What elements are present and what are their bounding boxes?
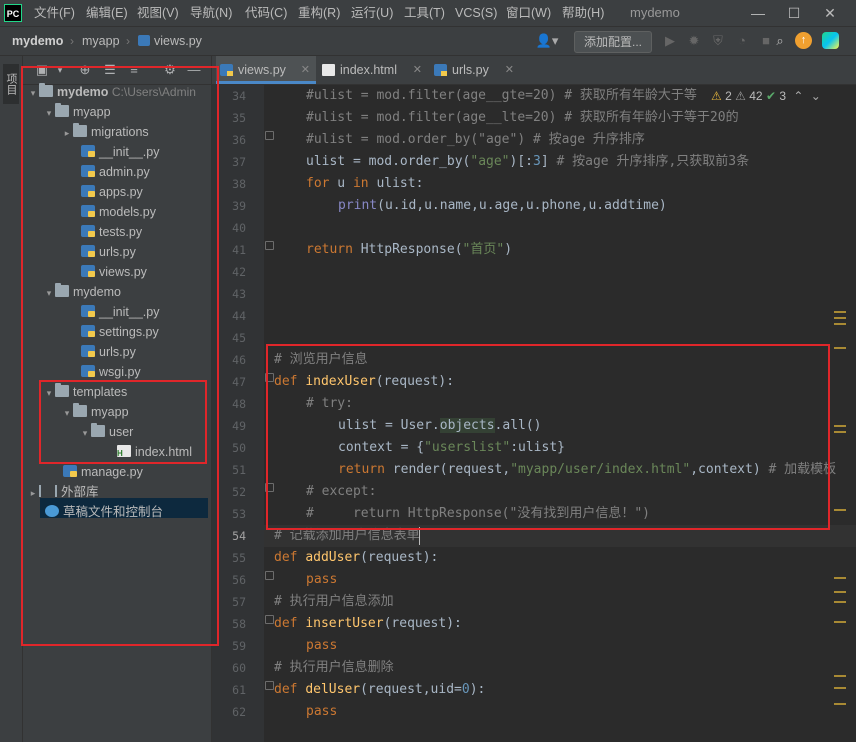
profile-icon[interactable]: ◔ — [732, 31, 752, 51]
prev-problem-icon[interactable]: ⌃ — [793, 89, 803, 103]
maximize-button[interactable]: ☐ — [776, 0, 812, 26]
close-button[interactable]: ✕ — [812, 0, 848, 26]
tab-index-html[interactable]: index.html ✕ — [318, 56, 428, 84]
code-line: pass — [306, 638, 338, 653]
search-icon[interactable]: ⌕ — [770, 31, 790, 51]
menu-window[interactable]: 窗口(W) — [506, 0, 551, 26]
menu-refactor[interactable]: 重构(R) — [298, 0, 340, 26]
toolbox-icon[interactable] — [822, 32, 839, 49]
scrollbar-warning-mark[interactable] — [834, 621, 846, 623]
coverage-icon[interactable]: ⛨ — [708, 31, 728, 51]
debug-icon[interactable]: ✹ — [684, 31, 704, 51]
tab-label: urls.py — [452, 63, 489, 77]
code-line: #ulist = mod.filter(age__gte=20) # 获取所有年… — [306, 88, 697, 103]
close-tab-icon[interactable]: ✕ — [413, 56, 422, 84]
breadcrumb-myapp[interactable]: myapp — [82, 27, 120, 55]
scrollbar-warning-mark[interactable] — [834, 601, 846, 603]
weak-warning-count: 42 — [749, 89, 763, 103]
menu-view[interactable]: 视图(V) — [137, 0, 179, 26]
navigation-bar: mydemo › myapp › views.py 👤▾ 添加配置... ▶ ✹… — [0, 27, 856, 56]
python-file-icon — [138, 35, 150, 46]
scrollbar-warning-mark[interactable] — [834, 323, 846, 325]
scrollbar-warning-mark[interactable] — [834, 703, 846, 705]
scrollbar-warning-mark[interactable] — [834, 311, 846, 313]
annotation-box-project-tree — [21, 66, 219, 646]
tool-window-strip: 项目 — [0, 56, 23, 742]
breadcrumb-separator-icon: › — [126, 34, 130, 48]
tab-urls-py[interactable]: urls.py ✕ — [430, 56, 520, 84]
code-line: ulist = mod.order_by("age")[:3] # 按age 升… — [306, 154, 750, 169]
menu-edit[interactable]: 编辑(E) — [86, 0, 128, 26]
next-problem-icon[interactable]: ⌄ — [811, 89, 821, 103]
add-configuration-button[interactable]: 添加配置... — [574, 31, 652, 53]
menu-code[interactable]: 代码(C) — [245, 0, 287, 26]
python-file-icon — [220, 64, 233, 76]
breadcrumb-file-label: views.py — [154, 34, 202, 48]
tab-label: index.html — [340, 63, 397, 77]
run-icon[interactable]: ▶ — [660, 31, 680, 51]
html-file-icon — [322, 64, 335, 76]
scrollbar-warning-mark[interactable] — [834, 431, 846, 433]
editor-tab-bar: views.py ✕ index.html ✕ urls.py ✕ — [212, 56, 856, 85]
warning-count: 2 — [725, 89, 732, 103]
line-number: 62 — [232, 705, 246, 719]
line-number: 61 — [232, 683, 246, 697]
ok-count: 3 — [779, 89, 787, 103]
tab-views-py[interactable]: views.py ✕ — [216, 56, 316, 84]
code-line: pass — [306, 572, 338, 587]
minimize-button[interactable]: — — [740, 0, 776, 26]
check-icon: ✔ — [765, 89, 777, 103]
menu-help[interactable]: 帮助(H) — [562, 0, 604, 26]
close-tab-icon[interactable]: ✕ — [505, 56, 514, 84]
code-line: def insertUser(request): — [274, 616, 462, 631]
menu-tools[interactable]: 工具(T) — [404, 0, 445, 26]
warning-icon: ⚠ — [711, 89, 722, 103]
project-tool-tab[interactable]: 项目 — [3, 64, 19, 104]
code-line: # 执行用户信息添加 — [274, 594, 394, 609]
user-icon[interactable]: 👤▾ — [532, 31, 562, 51]
menu-navigate[interactable]: 导航(N) — [190, 0, 232, 26]
fold-marker-icon[interactable] — [265, 681, 274, 690]
code-line: def delUser(request,uid=0): — [274, 682, 486, 697]
update-icon[interactable]: ↑ — [795, 32, 812, 49]
title-bar: PC 文件(F) 编辑(E) 视图(V) 导航(N) 代码(C) 重构(R) 运… — [0, 0, 856, 27]
annotation-box-index-user — [266, 344, 830, 530]
menu-vcs[interactable]: VCS(S) — [455, 0, 497, 26]
scrollbar-warning-mark[interactable] — [834, 425, 846, 427]
fold-marker-icon[interactable] — [265, 615, 274, 624]
pycharm-logo-icon: PC — [4, 4, 22, 22]
annotation-box-templates — [39, 380, 207, 464]
scrollbar-warning-mark[interactable] — [834, 675, 846, 677]
breadcrumb-views-py[interactable]: views.py — [138, 27, 202, 55]
window-title: mydemo — [630, 5, 680, 20]
python-file-icon — [434, 64, 447, 76]
fold-marker-icon[interactable] — [265, 131, 274, 140]
code-line: # 执行用户信息删除 — [274, 660, 394, 675]
code-line: print(u.id,u.name,u.age,u.phone,u.addtim… — [338, 198, 667, 213]
scrollbar-warning-mark[interactable] — [834, 347, 846, 349]
breadcrumb-separator-icon: › — [70, 34, 74, 48]
scrollbar-warning-mark[interactable] — [834, 577, 846, 579]
scrollbar-warning-mark[interactable] — [834, 591, 846, 593]
scrollbar-warning-mark[interactable] — [834, 687, 846, 689]
inspection-widget[interactable]: ⚠ 2 ⚠ 42 ✔ 3 ⌃ ⌄ — [707, 85, 821, 107]
fold-marker-icon[interactable] — [265, 241, 274, 250]
code-line: pass — [306, 704, 338, 719]
menu-run[interactable]: 运行(U) — [351, 0, 393, 26]
code-line: #ulist = mod.filter(age__lte=20) # 获取所有年… — [306, 110, 739, 125]
scrollbar-warning-mark[interactable] — [834, 509, 846, 511]
code-line: return HttpResponse("首页") — [306, 242, 513, 257]
close-tab-icon[interactable]: ✕ — [301, 56, 310, 84]
code-line: def addUser(request): — [274, 550, 439, 565]
line-number: 60 — [232, 661, 246, 675]
code-line: #ulist = mod.order_by("age") # 按age 升序排序 — [306, 132, 645, 147]
weak-warning-icon: ⚠ — [735, 89, 746, 103]
fold-marker-icon[interactable] — [265, 571, 274, 580]
breadcrumb-project[interactable]: mydemo — [12, 27, 63, 55]
menu-file[interactable]: 文件(F) — [34, 0, 75, 26]
code-line: for u in ulist: — [306, 176, 424, 191]
scrollbar-warning-mark[interactable] — [834, 317, 846, 319]
tab-label: views.py — [238, 63, 286, 77]
